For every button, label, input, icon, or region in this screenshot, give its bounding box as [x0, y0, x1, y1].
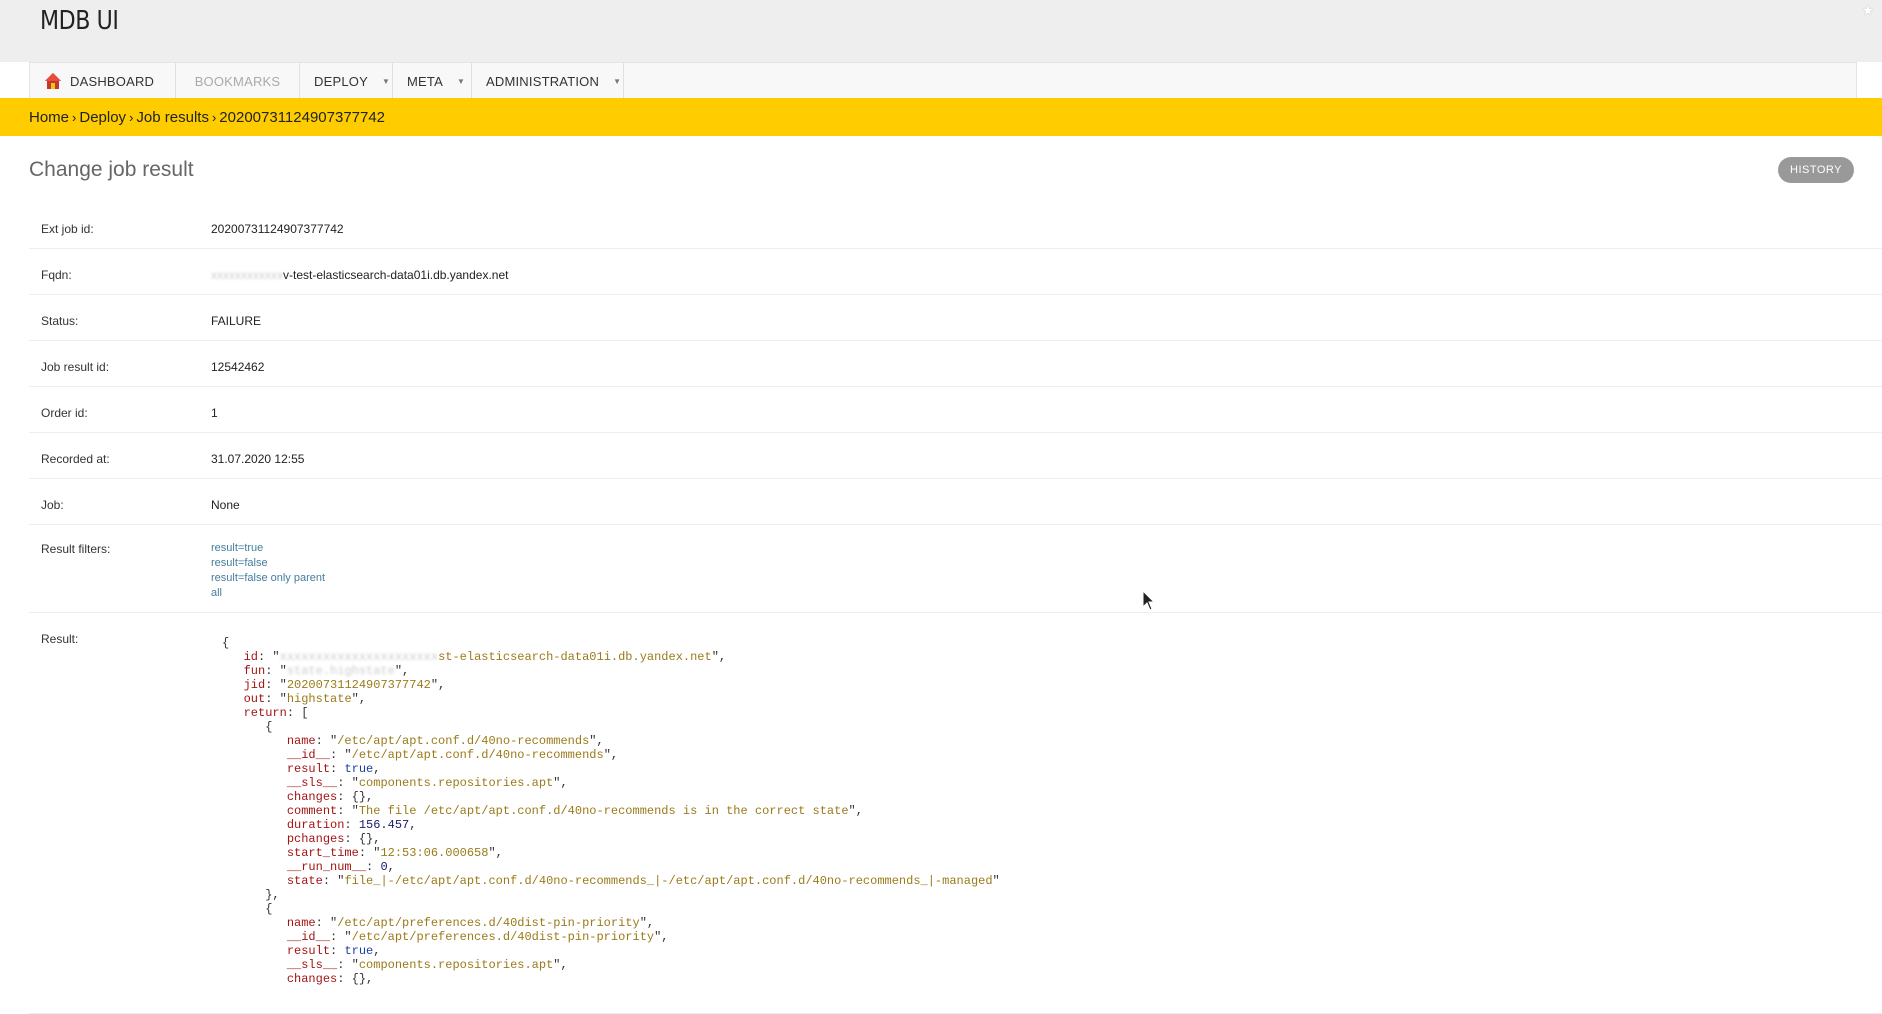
field-result: Result: { id: "xxxxxxxxxxxxxxxxxxxxxxst-…: [29, 613, 1882, 1014]
field-status: Status: FAILURE: [29, 295, 1882, 341]
filter-link-all[interactable]: all: [211, 586, 325, 601]
field-value: 1: [211, 406, 218, 420]
history-button[interactable]: HISTORY: [1778, 157, 1854, 183]
chevron-down-icon: ▼: [456, 76, 466, 86]
nav-administration[interactable]: ADMINISTRATION ▼: [472, 63, 624, 99]
redacted-text: xxxxxxxxxxxx: [211, 268, 283, 282]
nav-meta[interactable]: META ▼: [393, 63, 472, 99]
field-order-id: Order id: 1: [29, 387, 1882, 433]
page-title: Change job result: [29, 158, 194, 181]
field-label: Fqdn:: [41, 268, 72, 282]
field-label: Job result id:: [41, 360, 110, 374]
field-value: v-test-elasticsearch-data01i.db.yandex.n…: [283, 268, 509, 282]
field-recorded-at: Recorded at: 31.07.2020 12:55: [29, 433, 1882, 479]
star-icon[interactable]: ★: [1861, 2, 1874, 19]
breadcrumb: Home › Deploy › Job results › 2020073112…: [0, 98, 1882, 136]
nav-bookmarks[interactable]: BOOKMARKS: [176, 63, 300, 99]
chevron-down-icon: ▼: [381, 76, 391, 86]
top-header: MDB UI ★: [0, 0, 1882, 62]
field-value: FAILURE: [211, 314, 262, 328]
field-label: Status:: [41, 314, 79, 328]
field-ext-job-id: Ext job id: 20200731124907377742: [29, 203, 1882, 249]
field-job: Job: None: [29, 479, 1882, 525]
main-nav: DASHBOARD BOOKMARKS DEPLOY ▼ META ▼ ADMI…: [29, 62, 1857, 99]
field-value: 12542462: [211, 360, 265, 374]
breadcrumb-deploy[interactable]: Deploy: [79, 109, 126, 126]
filter-link-result-false[interactable]: result=false: [211, 556, 325, 571]
filter-link-result-true[interactable]: result=true: [211, 541, 325, 556]
nav-deploy-label: DEPLOY: [314, 73, 368, 89]
brand-title[interactable]: MDB UI: [40, 6, 119, 36]
nav-meta-label: META: [407, 73, 443, 89]
result-json-viewer[interactable]: { id: "xxxxxxxxxxxxxxxxxxxxxxst-elastics…: [222, 636, 1000, 986]
nav-deploy[interactable]: DEPLOY ▼: [300, 63, 393, 99]
field-label: Result:: [41, 632, 79, 646]
field-label: Ext job id:: [41, 222, 94, 236]
nav-administration-label: ADMINISTRATION: [486, 73, 600, 89]
nav-dashboard-label: DASHBOARD: [70, 73, 155, 89]
field-value: 20200731124907377742: [211, 222, 344, 236]
breadcrumb-current: 20200731124907377742: [219, 108, 386, 126]
field-value: None: [211, 498, 240, 512]
breadcrumb-home[interactable]: Home: [29, 109, 69, 126]
field-label: Order id:: [41, 406, 88, 420]
home-icon: [44, 72, 62, 90]
field-job-result-id: Job result id: 12542462: [29, 341, 1882, 387]
field-fqdn: Fqdn: xxxxxxxxxxxxv-test-elasticsearch-d…: [29, 249, 1882, 295]
field-value: 31.07.2020 12:55: [211, 452, 305, 466]
change-form: Ext job id: 20200731124907377742 Fqdn: x…: [29, 203, 1882, 1014]
field-result-filters: Result filters: result=true result=false…: [29, 525, 1882, 613]
field-label: Recorded at:: [41, 452, 110, 466]
field-label: Result filters:: [41, 542, 111, 556]
field-label: Job:: [41, 498, 64, 512]
chevron-down-icon: ▼: [613, 76, 622, 86]
breadcrumb-job-results[interactable]: Job results: [136, 109, 209, 126]
filter-link-result-false-only-parent[interactable]: result=false only parent: [211, 571, 325, 586]
nav-dashboard[interactable]: DASHBOARD: [30, 63, 176, 99]
